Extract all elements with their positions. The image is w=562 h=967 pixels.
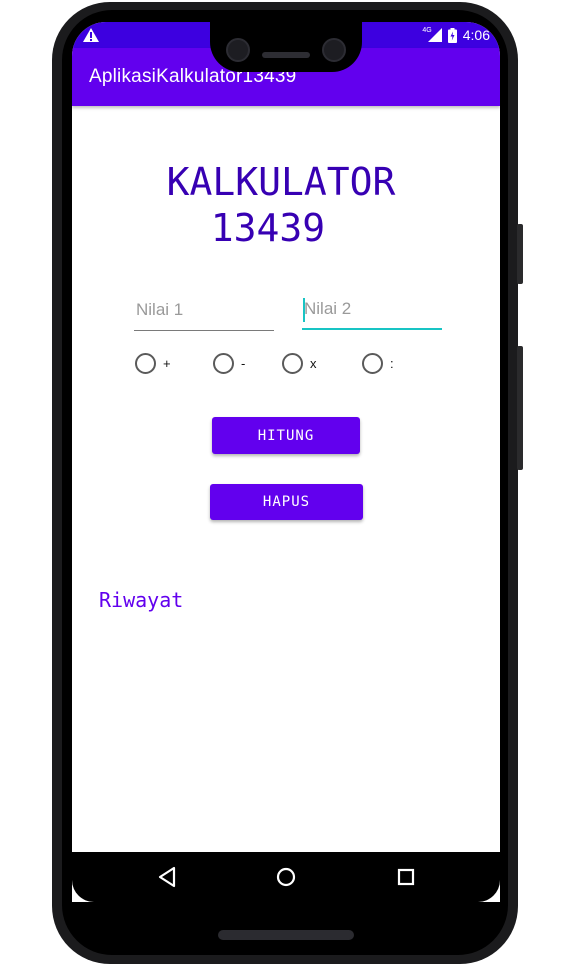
value1-underline <box>134 330 274 331</box>
calculate-button[interactable]: HITUNG <box>212 417 360 454</box>
power-button <box>517 224 523 284</box>
network-type: 4G <box>422 26 432 34</box>
page-subtitle: 13439 <box>210 206 326 250</box>
history-label: Riwayat <box>99 588 184 612</box>
bottom-speaker <box>218 930 354 940</box>
radio-circle[interactable] <box>213 352 234 374</box>
navigation-bar <box>72 852 500 902</box>
home-icon[interactable] <box>274 866 298 888</box>
radio-divide[interactable]: : <box>362 351 394 375</box>
earpiece-speaker <box>262 52 310 58</box>
app-screen: 4G 4:06 AplikasiKalkulator13439 KALKULAT… <box>72 22 500 902</box>
front-camera-icon <box>226 38 250 62</box>
radio-add[interactable]: + <box>135 351 171 375</box>
clear-button[interactable]: HAPUS <box>210 484 363 520</box>
radio-label: + <box>163 355 171 371</box>
radio-label: : <box>390 355 394 371</box>
radio-subtract[interactable]: - <box>213 351 245 375</box>
camera-notch <box>210 10 362 72</box>
back-icon[interactable] <box>155 866 179 888</box>
value1-input[interactable] <box>134 295 276 325</box>
page-title: KALKULATOR <box>166 160 396 204</box>
recents-icon[interactable] <box>394 866 418 888</box>
radio-circle[interactable] <box>362 352 383 374</box>
clock: 4:06 <box>462 27 490 43</box>
radio-label: - <box>241 355 246 371</box>
battery-charging-icon <box>447 27 457 43</box>
radio-circle[interactable] <box>135 352 156 374</box>
value2-underline <box>302 328 442 330</box>
radio-circle[interactable] <box>282 352 303 374</box>
warning-icon <box>83 28 99 42</box>
front-camera-icon <box>322 38 346 62</box>
volume-button <box>517 346 523 470</box>
radio-multiply[interactable]: x <box>282 351 317 375</box>
text-cursor <box>303 298 305 322</box>
value2-field[interactable] <box>302 294 444 330</box>
radio-label: x <box>310 355 317 371</box>
value2-input[interactable] <box>302 294 444 324</box>
status-icons: 4G 4:06 <box>422 26 490 44</box>
value1-field[interactable] <box>134 295 276 331</box>
